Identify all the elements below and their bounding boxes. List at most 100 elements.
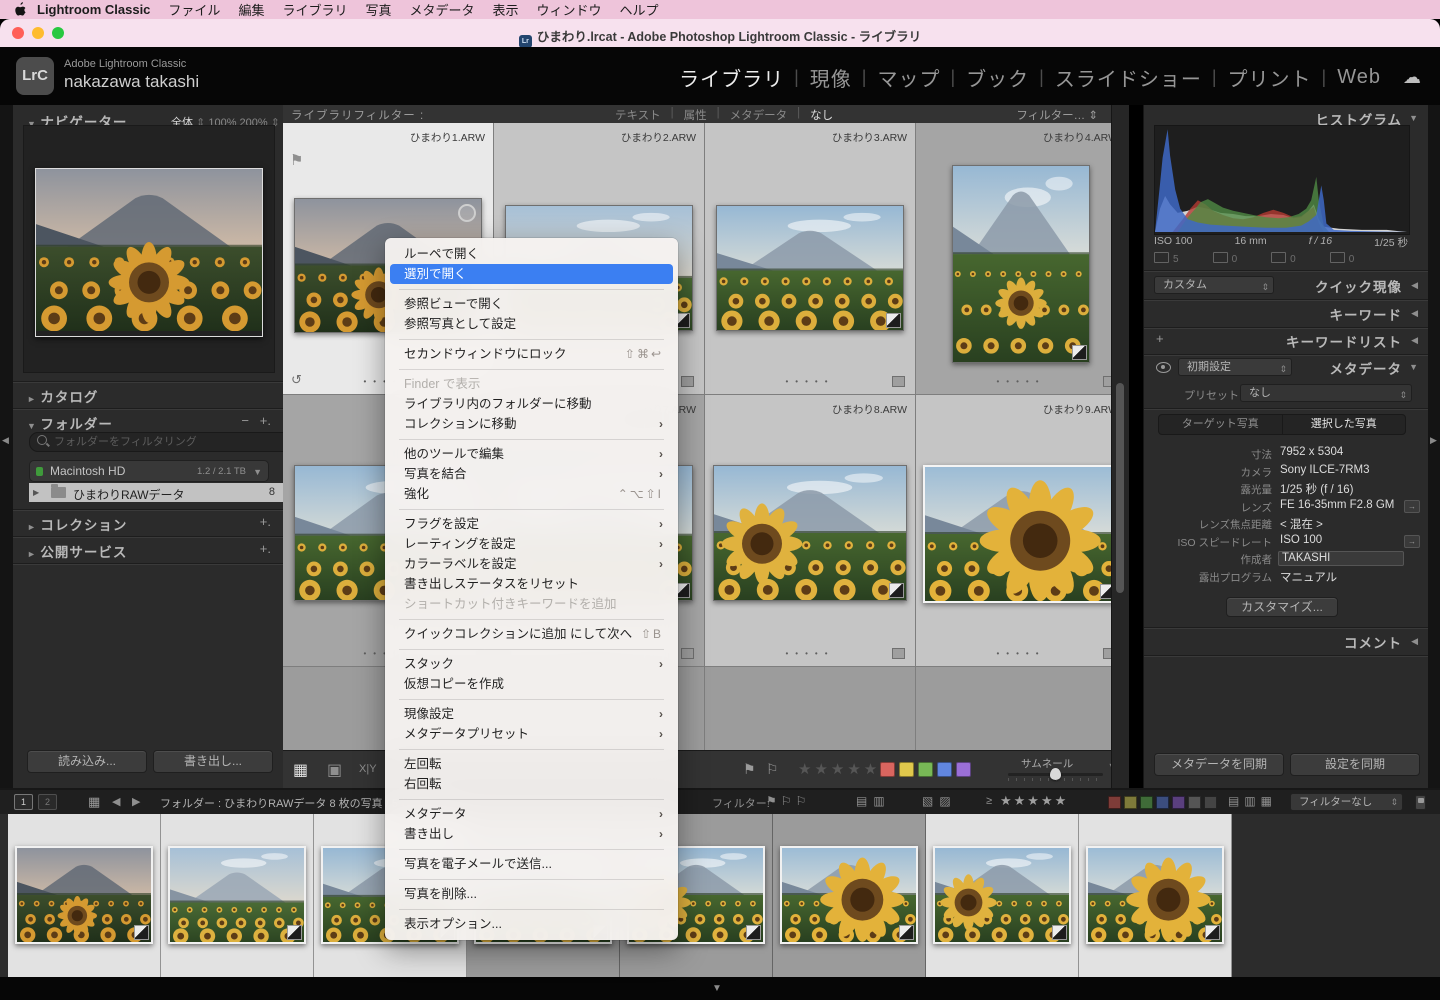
menu-item-32[interactable]: 右回転 bbox=[390, 774, 673, 794]
menu-item-41[interactable]: 表示オプション... bbox=[390, 914, 673, 934]
quick-develop-preset-dropdown[interactable]: カスタム⇕ bbox=[1154, 276, 1274, 294]
module-tab-5[interactable]: スライドショー bbox=[1055, 63, 1202, 92]
flag-icon[interactable]: ⚑ bbox=[290, 151, 303, 169]
collapse-triangle-icon[interactable]: ◀ bbox=[1411, 636, 1418, 647]
apple-icon[interactable] bbox=[14, 2, 27, 17]
filmstrip-photo[interactable] bbox=[15, 846, 153, 944]
grid-cell-8[interactable]: ひまわり9.ARW••••• bbox=[916, 395, 1127, 667]
folders-panel-header[interactable]: ▼ フォルダー bbox=[27, 413, 113, 434]
filter-option-2[interactable]: 属性 bbox=[684, 107, 707, 123]
filmstrip-rating-stars[interactable]: ★★★★★ bbox=[1000, 793, 1068, 809]
eye-icon[interactable] bbox=[1156, 362, 1171, 373]
menu-item-23[interactable]: クイックコレクションに追加 にして次へ⇧B bbox=[390, 624, 673, 644]
go-back-icon[interactable]: ◀ bbox=[112, 795, 120, 808]
loupe-view-icon[interactable]: ▣ bbox=[327, 760, 342, 780]
add-keyword-button[interactable]: + bbox=[1156, 331, 1164, 346]
second-window-button[interactable]: 2 bbox=[38, 794, 57, 810]
develop-adjustment-badge[interactable] bbox=[134, 925, 149, 940]
menu-item-18[interactable]: レーティングを設定› bbox=[390, 534, 673, 554]
import-button[interactable]: 読み込み... bbox=[27, 750, 147, 773]
metadata-panel-header[interactable]: メタデータ bbox=[1330, 358, 1403, 378]
menu-item-14[interactable]: 写真を結合› bbox=[390, 464, 673, 484]
grid-cell-3[interactable]: ひまわり3.ARW••••• bbox=[705, 123, 916, 395]
photo-thumbnail[interactable] bbox=[952, 165, 1090, 363]
right-panel-edge[interactable]: ▶ bbox=[1427, 105, 1440, 788]
menu-item-4[interactable]: 参照ビューで開く bbox=[390, 294, 673, 314]
metadata-status-icon[interactable] bbox=[681, 648, 694, 659]
menubar-item[interactable]: 編集 bbox=[238, 3, 264, 18]
rating-threshold[interactable]: ≥ bbox=[986, 795, 992, 807]
grid-view-icon[interactable]: ▦ bbox=[293, 760, 308, 780]
filmstrip-filter-dropdown[interactable]: フィルターなし⇕ bbox=[1290, 793, 1403, 811]
folder-expand-icon[interactable]: ▶ bbox=[33, 488, 39, 497]
menu-item-39[interactable]: 写真を削除... bbox=[390, 884, 673, 904]
filmstrip-cell-8[interactable] bbox=[1079, 814, 1232, 977]
menu-item-7[interactable]: セカンドウィンドウにロック⇧⌘↩ bbox=[390, 344, 673, 364]
rating-dots[interactable]: ••••• bbox=[996, 649, 1045, 658]
filter-option-4[interactable]: なし bbox=[810, 107, 833, 123]
filter-option-3[interactable]: メタデータ bbox=[730, 107, 788, 123]
collapse-filmstrip-icon[interactable]: ▼ bbox=[712, 983, 722, 994]
rotate-left-icon[interactable]: ↺ bbox=[291, 372, 302, 388]
publish-services-panel-header[interactable]: ► 公開サービス bbox=[27, 541, 127, 562]
menu-item-35[interactable]: 書き出し› bbox=[390, 824, 673, 844]
folder-search-input[interactable] bbox=[29, 432, 299, 452]
module-tab-3[interactable]: マップ bbox=[877, 63, 940, 92]
slider-knob[interactable] bbox=[1050, 768, 1061, 780]
sync-metadata-button[interactable]: メタデータを同期 bbox=[1154, 753, 1284, 776]
menu-item-13[interactable]: 他のツールで編集› bbox=[390, 444, 673, 464]
collections-panel-header[interactable]: ► コレクション bbox=[27, 514, 127, 535]
module-tab-7[interactable]: Web bbox=[1337, 66, 1381, 89]
add-collection-button[interactable]: +. bbox=[260, 514, 271, 529]
collapse-triangle-icon[interactable]: ▼ bbox=[1409, 113, 1418, 123]
color-label-chip-5[interactable] bbox=[956, 762, 971, 777]
comments-panel-header[interactable]: コメント bbox=[1344, 632, 1402, 652]
menu-item-17[interactable]: フラグを設定› bbox=[390, 514, 673, 534]
remove-folder-button[interactable]: − bbox=[241, 413, 249, 428]
filmstrip-cell-1[interactable] bbox=[8, 814, 161, 977]
collapse-left-panel-icon[interactable]: ◀ bbox=[2, 435, 9, 446]
go-forward-icon[interactable]: ▶ bbox=[132, 795, 140, 808]
grid-shortcut-icon[interactable]: ▦ bbox=[88, 794, 100, 810]
menubar-item[interactable]: 写真 bbox=[365, 3, 391, 18]
develop-adjustment-badge[interactable] bbox=[746, 925, 761, 940]
sync-settings-button[interactable]: 設定を同期 bbox=[1290, 753, 1420, 776]
filter-preset-dropdown[interactable]: フィルター… ⇕ bbox=[1016, 107, 1098, 123]
customize-metadata-button[interactable]: カスタマイズ... bbox=[1226, 597, 1338, 617]
folder-item-himawari-raw[interactable]: ▶ ひまわりRAWデータ 8 bbox=[29, 483, 283, 502]
rating-stars[interactable]: ★★★★★ bbox=[798, 760, 880, 778]
filter-switch[interactable] bbox=[1415, 795, 1426, 810]
menu-item-1[interactable]: ルーペで開く bbox=[390, 244, 673, 264]
collapse-triangle-icon[interactable]: ◀ bbox=[1411, 308, 1418, 319]
volume-row-macintosh-hd[interactable]: Macintosh HD 1.2 / 2.1 TB ▼ bbox=[29, 460, 269, 482]
filmstrip-color-chip-1[interactable] bbox=[1108, 796, 1121, 809]
develop-adjustment-badge[interactable] bbox=[889, 583, 904, 598]
develop-adjustment-badge[interactable] bbox=[1072, 345, 1087, 360]
catalog-panel-header[interactable]: ► カタログ bbox=[27, 386, 98, 407]
rating-dots[interactable]: ••••• bbox=[785, 377, 834, 386]
color-label-chip-2[interactable] bbox=[899, 762, 914, 777]
quick-collection-circle-icon[interactable] bbox=[458, 204, 476, 222]
rating-dots[interactable]: ••••• bbox=[785, 649, 834, 658]
filmstrip-color-chip-6[interactable] bbox=[1188, 796, 1201, 809]
develop-adjustment-badge[interactable] bbox=[1052, 925, 1067, 940]
filmstrip-color-chip-7[interactable] bbox=[1204, 796, 1217, 809]
metadata-status-icon[interactable] bbox=[681, 376, 694, 387]
menu-item-15[interactable]: 強化⌃⌥⇧I bbox=[390, 484, 673, 504]
filter-option-1[interactable]: テキスト bbox=[615, 107, 661, 123]
color-label-chip-3[interactable] bbox=[918, 762, 933, 777]
navigator-preview[interactable] bbox=[23, 125, 275, 373]
filmstrip-photo[interactable] bbox=[780, 846, 918, 944]
filmstrip-color-chip-5[interactable] bbox=[1172, 796, 1185, 809]
metadata-view-dropdown[interactable]: 初期設定⇕ bbox=[1178, 358, 1292, 376]
add-folder-button[interactable]: +. bbox=[260, 413, 271, 428]
menu-item-10[interactable]: ライブラリ内のフォルダーに移動 bbox=[390, 394, 673, 414]
grid-cell-4[interactable]: ひまわり4.ARW••••• bbox=[916, 123, 1127, 395]
filmstrip-cell-6[interactable] bbox=[773, 814, 926, 977]
color-label-chip-4[interactable] bbox=[937, 762, 952, 777]
develop-adjustment-badge[interactable] bbox=[886, 313, 901, 328]
menubar-item[interactable]: メタデータ bbox=[409, 3, 474, 18]
collapse-right-panel-icon[interactable]: ▶ bbox=[1430, 435, 1437, 446]
menubar-item[interactable]: ウィンドウ bbox=[537, 3, 602, 18]
rating-dots[interactable]: ••••• bbox=[996, 377, 1045, 386]
